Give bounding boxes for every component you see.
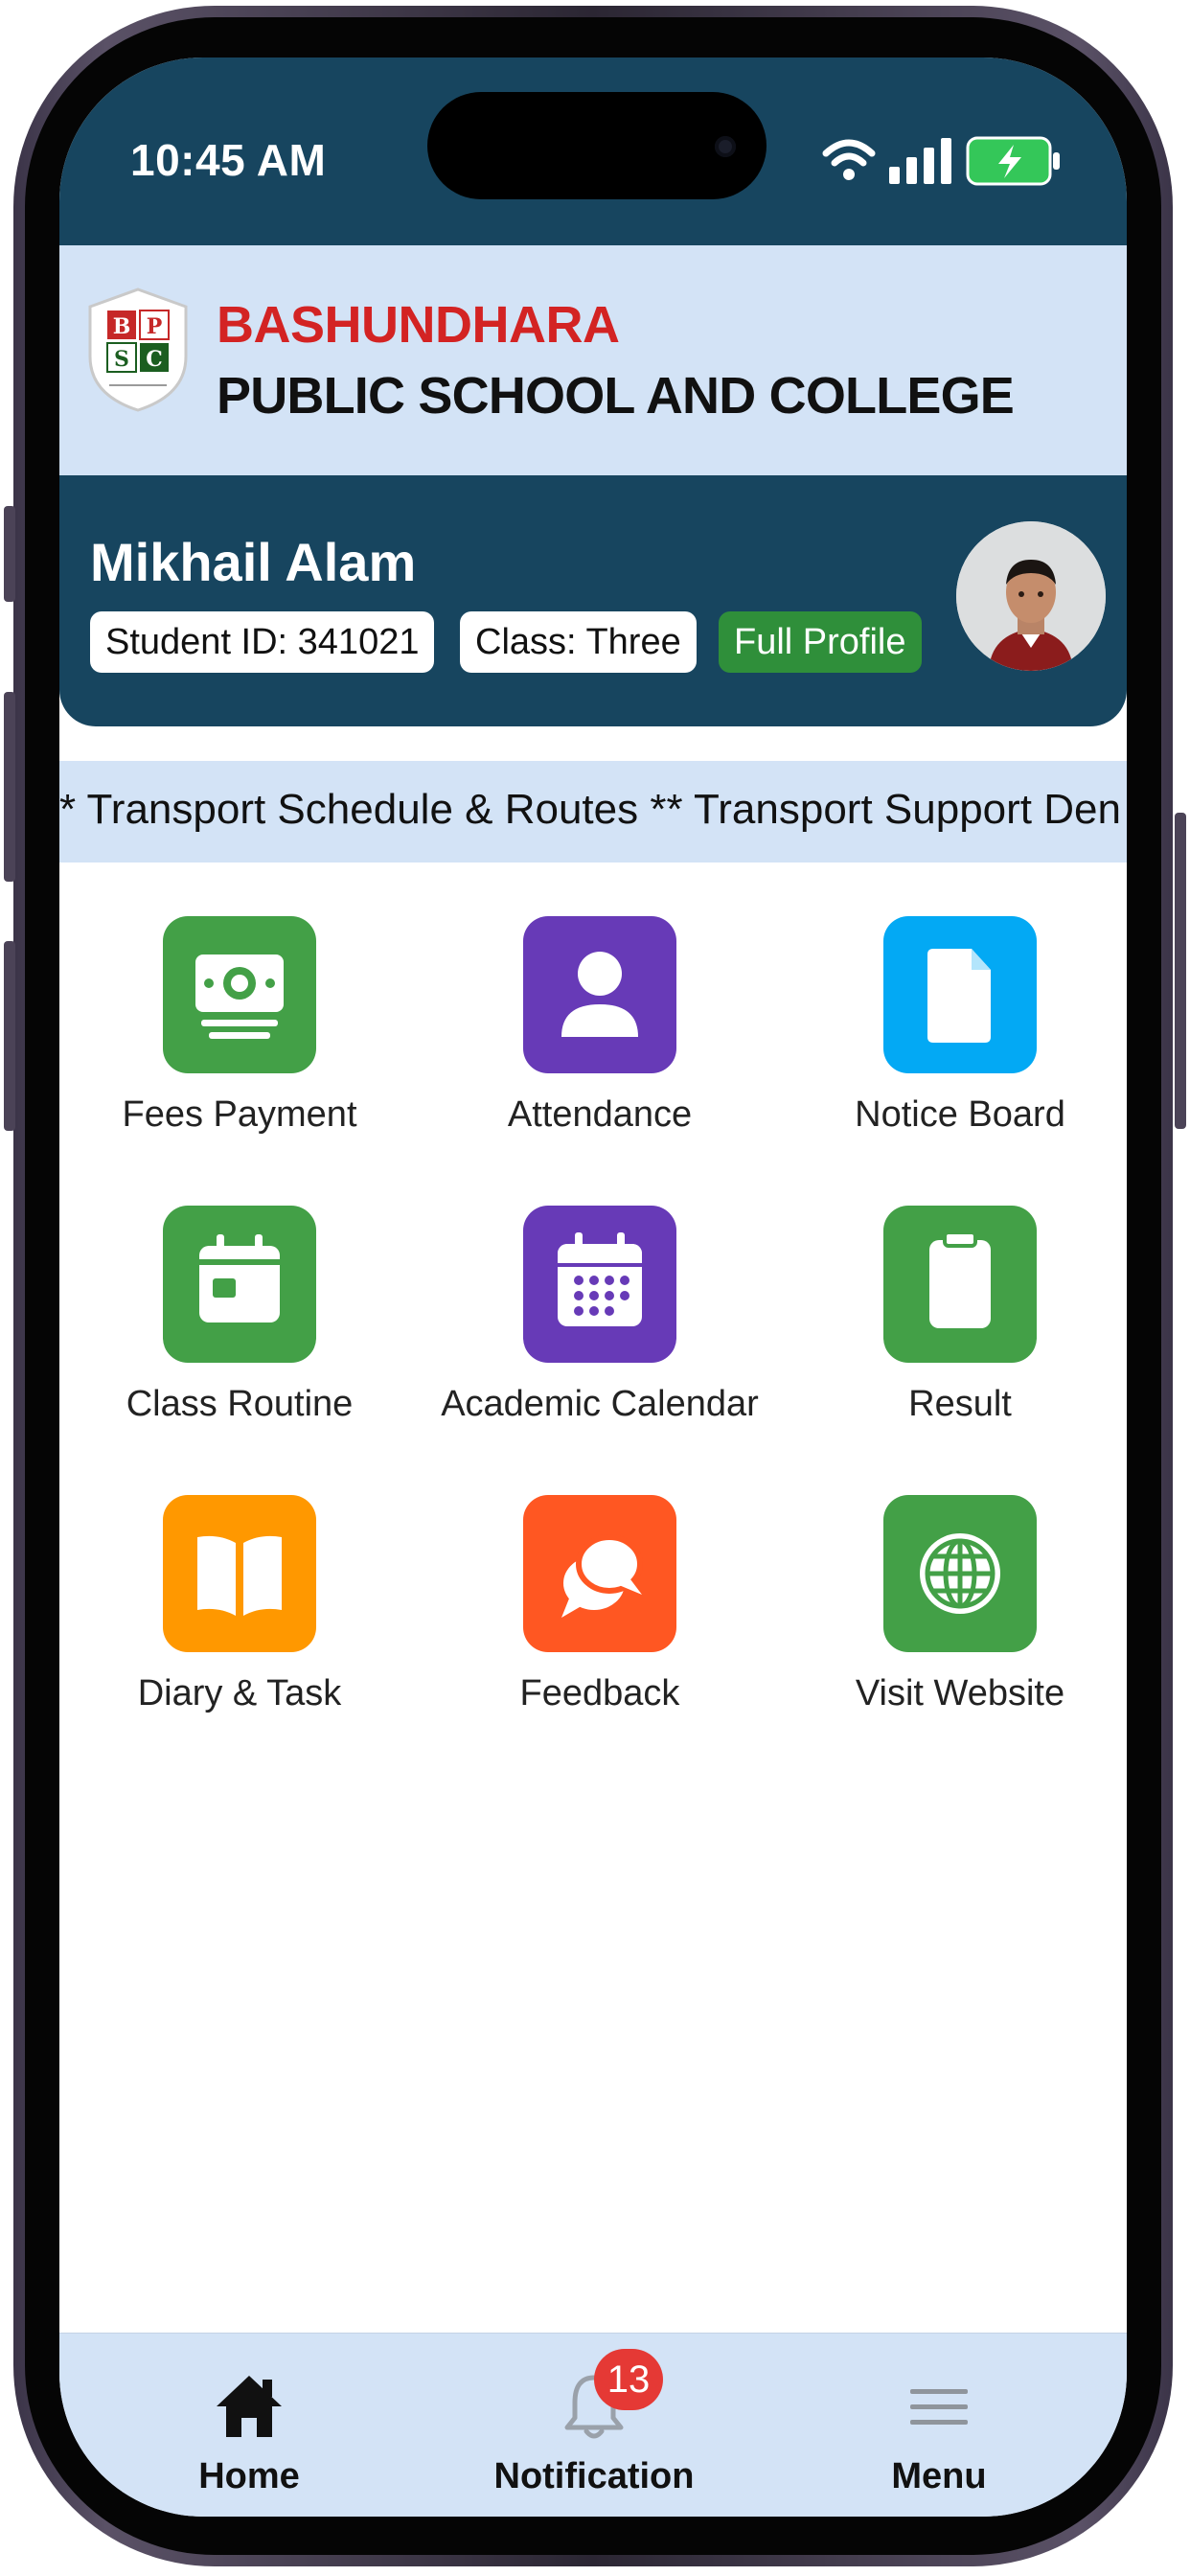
class-badge: Class: Three (460, 611, 697, 673)
result-label: Result (908, 1384, 1012, 1424)
full-profile-button[interactable]: Full Profile (719, 611, 922, 673)
notice-board-tile[interactable]: Notice Board (780, 916, 1127, 1204)
visit-website-label: Visit Website (855, 1673, 1065, 1714)
nav-notification-label: Notification (493, 2456, 695, 2496)
school-logo-icon: B P S C (88, 288, 188, 412)
ticker-text: * Transport Schedule & Routes ** Transpo… (59, 786, 1121, 833)
logo-letter-c: C (146, 347, 163, 372)
student-id-badge: Student ID: 341021 (90, 611, 435, 673)
chat-bubbles-icon (523, 1495, 676, 1652)
visit-website-tile[interactable]: Visit Website (780, 1495, 1127, 1782)
status-bar: 10:45 AM (59, 58, 1127, 245)
action-button (4, 506, 15, 602)
wifi-icon (822, 139, 876, 180)
attendance-tile[interactable]: Attendance (420, 916, 780, 1204)
nav-home[interactable]: Home (105, 2349, 393, 2502)
volume-down-button (4, 941, 15, 1131)
attendance-label: Attendance (507, 1094, 693, 1135)
battery-charging-icon (966, 136, 1060, 186)
notice-board-label: Notice Board (855, 1094, 1065, 1135)
announcement-ticker[interactable]: * Transport Schedule & Routes ** Transpo… (59, 761, 1127, 862)
diary-task-label: Diary & Task (137, 1673, 342, 1714)
academic-calendar-tile[interactable]: Academic Calendar (420, 1206, 780, 1493)
front-camera-icon (715, 136, 736, 157)
profile-card: Mikhail Alam Student ID: 341021 Class: T… (59, 475, 1127, 726)
calendar-grid-icon (523, 1206, 676, 1363)
person-icon (523, 916, 676, 1073)
bottom-nav: Home 13 Notification Menu (59, 2333, 1127, 2517)
class-routine-tile[interactable]: Class Routine (59, 1206, 420, 1493)
clipboard-icon (883, 1206, 1037, 1363)
school-name-line2: PUBLIC SCHOOL AND COLLEGE (217, 367, 1015, 425)
volume-up-button (4, 692, 15, 882)
school-header: B P S C BASHUNDHARA PUBLIC SCHOOL AND CO… (59, 245, 1127, 475)
result-tile[interactable]: Result (780, 1206, 1127, 1493)
class-routine-label: Class Routine (126, 1384, 354, 1424)
notification-badge: 13 (594, 2349, 663, 2410)
logo-letter-s: S (114, 347, 129, 372)
nav-notification[interactable]: 13 Notification (450, 2349, 738, 2502)
feedback-tile[interactable]: Feedback (420, 1495, 780, 1782)
hamburger-menu-icon (910, 2389, 968, 2425)
book-icon (163, 1495, 316, 1652)
status-time: 10:45 AM (130, 135, 327, 185)
document-icon (883, 916, 1037, 1073)
screen: 10:45 AM B P S C BASHUNDHARA PUBLIC SCHO… (59, 58, 1127, 2517)
fees-payment-label: Fees Payment (122, 1094, 357, 1135)
fees-payment-tile[interactable]: Fees Payment (59, 916, 420, 1204)
globe-icon (883, 1495, 1037, 1652)
logo-letter-b: B (113, 314, 131, 339)
nav-menu[interactable]: Menu (795, 2349, 1083, 2502)
avatar[interactable] (956, 521, 1106, 671)
power-button (1175, 813, 1186, 1129)
cellular-signal-icon (889, 138, 951, 184)
cash-icon (163, 916, 316, 1073)
dynamic-island (427, 92, 767, 199)
nav-home-label: Home (198, 2456, 300, 2496)
nav-menu-label: Menu (891, 2456, 987, 2496)
feedback-label: Feedback (519, 1673, 680, 1714)
academic-calendar-label: Academic Calendar (441, 1384, 759, 1424)
student-name: Mikhail Alam (90, 532, 417, 592)
calendar-card-icon (163, 1206, 316, 1363)
diary-task-tile[interactable]: Diary & Task (59, 1495, 420, 1782)
home-icon (217, 2376, 282, 2437)
logo-letter-p: P (147, 314, 163, 339)
school-name-line1: BASHUNDHARA (217, 296, 620, 354)
student-photo-icon (956, 521, 1106, 671)
